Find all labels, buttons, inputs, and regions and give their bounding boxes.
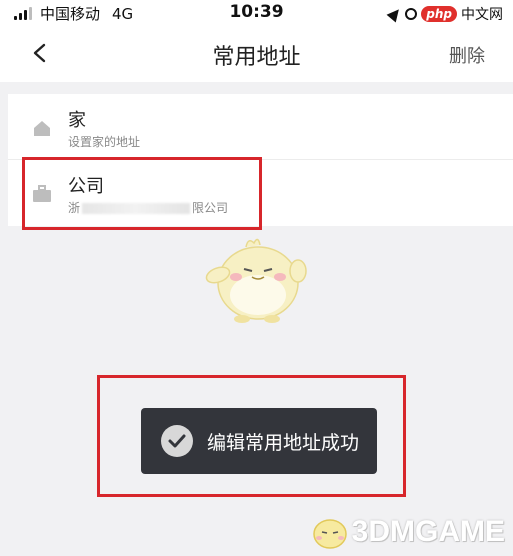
- status-bar: 中国移动 4G 10:39 php 中文网: [0, 0, 513, 26]
- address-title: 家: [68, 110, 86, 131]
- watermark-logo: 3DMGAME: [308, 512, 505, 552]
- address-subtitle: 设置家的地址: [68, 135, 141, 149]
- watermark-badge: php: [421, 6, 457, 22]
- mascot-small-icon: [312, 519, 347, 549]
- home-icon: [34, 121, 50, 136]
- address-item-home[interactable]: 家 设置家的地址: [8, 94, 513, 160]
- divider: [0, 82, 513, 94]
- mascot-illustration: [205, 238, 307, 323]
- alarm-icon: [405, 8, 418, 20]
- annotation-box-company: [22, 157, 262, 230]
- annotation-box-toast: [97, 375, 406, 497]
- delete-button[interactable]: 删除: [449, 42, 485, 68]
- status-right: php 中文网: [386, 4, 503, 24]
- watermark-text: 中文网: [461, 7, 503, 23]
- page-title: 常用地址: [212, 45, 301, 70]
- nav-bar: 常用地址 删除: [0, 26, 513, 82]
- location-icon: [386, 5, 404, 23]
- watermark-brand: 3DMGAME: [351, 515, 505, 548]
